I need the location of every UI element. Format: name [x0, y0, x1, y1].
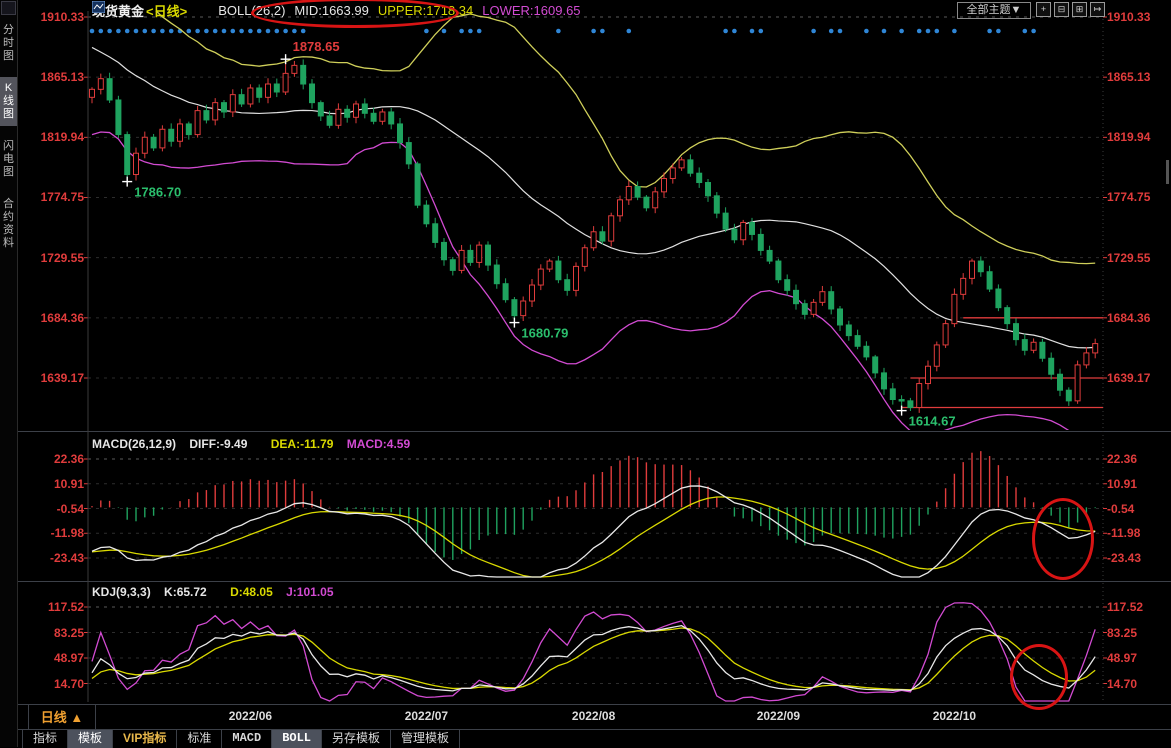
page-forward-icon[interactable]: ↦: [1090, 2, 1105, 17]
theme-dropdown[interactable]: 全部主题▼: [957, 2, 1031, 19]
macd-axis-label: -11.98: [1107, 526, 1169, 540]
tab-另存模板[interactable]: 另存模板: [322, 730, 391, 748]
svg-text:1614.67: 1614.67: [909, 414, 956, 429]
macd-dea-value: DEA:-11.79: [271, 437, 334, 451]
chart-header: 现货黄金<日线> BOLL(26,2) MID:1663.99 UPPER:17…: [92, 1, 581, 19]
tab-指标[interactable]: 指标: [22, 730, 68, 748]
price-axis-label: 1819.94: [24, 130, 84, 144]
macd-axis-label: 10.91: [1107, 477, 1169, 491]
time-axis-row: 日线 ▲ 2022/06 2022/07 2022/08 2022/09 2022/10: [18, 704, 1171, 730]
price-axis-label: 1910.33: [24, 10, 84, 24]
month-label: 2022/08: [572, 709, 615, 723]
toolbar: +⊟⊞↦: [1036, 2, 1105, 17]
tab-BOLL[interactable]: BOLL: [272, 730, 322, 748]
price-axis-label: 1729.55: [24, 251, 84, 265]
month-label: 2022/06: [229, 709, 272, 723]
compress-bars-icon[interactable]: ⊟: [1054, 2, 1069, 17]
chart-canvas[interactable]: 1878.65 1786.70 1680.79 1614.67: [0, 0, 1171, 747]
sidebar-item-闪电图[interactable]: 闪电图: [0, 135, 17, 184]
kline-icon: [196, 4, 209, 16]
macd-axis-label: -11.98: [24, 526, 84, 540]
tab-标准[interactable]: 标准: [177, 730, 222, 748]
svg-text:1786.70: 1786.70: [134, 185, 181, 200]
macd-axis-label: 10.91: [24, 477, 84, 491]
expand-bars-icon[interactable]: ⊞: [1072, 2, 1087, 17]
kdj-axis-label: 83.25: [1107, 626, 1169, 640]
kdj-axis-label: 117.52: [24, 600, 84, 614]
kdj-header: KDJ(9,3,3) K:65.72 D:48.05 J:101.05: [92, 585, 344, 599]
price-axis-label: 1639.17: [1107, 371, 1169, 385]
boll-upper-value: UPPER:1718.34: [378, 3, 473, 18]
bollinger-bands: [92, 0, 1095, 435]
price-axis-label: 1684.36: [24, 311, 84, 325]
period-tag[interactable]: <日线>: [146, 1, 187, 20]
sidebar-item-分时图[interactable]: 分时图: [0, 19, 17, 68]
kdj-axis-label: 48.97: [24, 651, 84, 665]
crosshair-icon[interactable]: +: [1036, 2, 1051, 17]
macd-axis-label: -0.54: [24, 502, 84, 516]
kdj-j-value: J:101.05: [286, 585, 333, 599]
kdj-title[interactable]: KDJ(9,3,3): [92, 585, 151, 599]
svg-text:1878.65: 1878.65: [293, 39, 340, 54]
kdj-axis-label: 117.52: [1107, 600, 1169, 614]
app-window: 1878.65 1786.70 1680.79 1614.67 现货黄金<日线> BO…: [0, 0, 1171, 747]
price-axis-label: 1729.55: [1107, 251, 1169, 265]
macd-diff-value: DIFF:-9.49: [189, 437, 247, 451]
price-axis-label: 1684.36: [1107, 311, 1169, 325]
boll-lower-value: LOWER:1609.65: [482, 3, 580, 18]
price-axis-label: 1774.75: [1107, 190, 1169, 204]
macd-axis-label: 22.36: [24, 452, 84, 466]
kdj-axis-label: 14.70: [1107, 677, 1169, 691]
indicator-title[interactable]: BOLL(26,2): [218, 3, 285, 18]
kdj-plot: [92, 603, 1095, 701]
month-label: 2022/10: [933, 709, 976, 723]
scrollbar-thumb[interactable]: [1166, 160, 1169, 184]
sidebar-item-合约资料[interactable]: 合约资料: [0, 193, 17, 255]
tab-MACD[interactable]: MACD: [222, 730, 272, 748]
boll-mid-value: MID:1663.99: [294, 3, 368, 18]
macd-axis-label: -23.43: [24, 551, 84, 565]
price-axis-label: 1774.75: [24, 190, 84, 204]
price-axis-label: 1639.17: [24, 371, 84, 385]
macd-axis-label: -23.43: [1107, 551, 1169, 565]
macd-axis-label: 22.36: [1107, 452, 1169, 466]
price-axis-label: 1865.13: [24, 70, 84, 84]
tab-模板[interactable]: 模板: [68, 730, 113, 748]
month-label: 2022/09: [757, 709, 800, 723]
period-selector[interactable]: 日线 ▲: [28, 705, 96, 730]
kdj-k-value: K:65.72: [164, 585, 207, 599]
macd-bar-value: MACD:4.59: [347, 437, 410, 451]
month-label: 2022/07: [405, 709, 448, 723]
tab-VIP指标[interactable]: VIP指标: [113, 730, 177, 748]
svg-text:1680.79: 1680.79: [521, 326, 568, 341]
bottom-tab-bar: 指标模板VIP指标标准MACDBOLL另存模板管理模板: [18, 729, 1171, 748]
kdj-d-value: D:48.05: [230, 585, 273, 599]
kdj-axis-label: 14.70: [24, 677, 84, 691]
price-axis-label: 1865.13: [1107, 70, 1169, 84]
extreme-markers: 1878.65 1786.70 1680.79 1614.67: [122, 39, 955, 428]
signal-dots-row: [90, 29, 1036, 34]
app-logo-icon: [1, 1, 16, 15]
support-lines[interactable]: [902, 318, 1103, 408]
price-axis-label: 1819.94: [1107, 130, 1169, 144]
tab-管理模板[interactable]: 管理模板: [391, 730, 460, 748]
sidebar: 分时图 K线图闪电图合约资料: [0, 0, 18, 747]
kdj-axis-label: 83.25: [24, 626, 84, 640]
price-axis-label: 1910.33: [1107, 10, 1169, 24]
macd-header: MACD(26,12,9) DIFF:-9.49 DEA:-11.79 MACD…: [92, 437, 420, 451]
sidebar-item-K线图[interactable]: K线图: [0, 77, 17, 126]
macd-title[interactable]: MACD(26,12,9): [92, 437, 176, 451]
macd-axis-label: -0.54: [1107, 502, 1169, 516]
kdj-axis-label: 48.97: [1107, 651, 1169, 665]
